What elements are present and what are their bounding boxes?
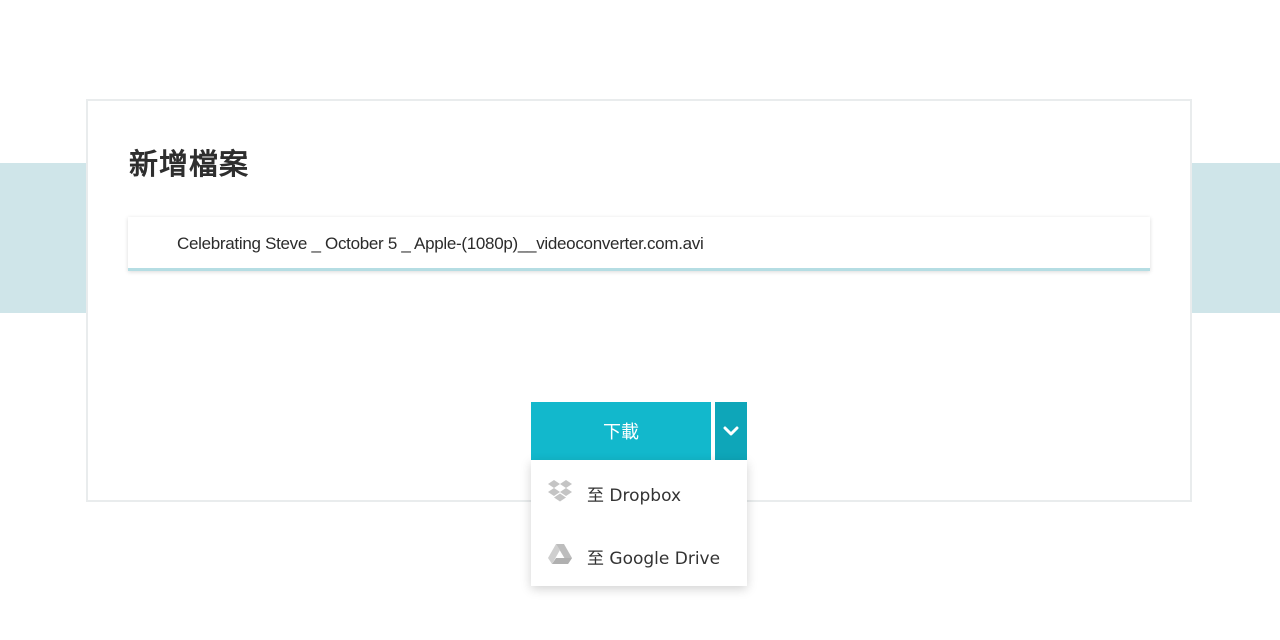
download-button-group: 下載 — [531, 402, 747, 460]
chevron-down-icon — [723, 426, 739, 436]
download-button[interactable]: 下載 — [531, 402, 711, 460]
menu-item-google-drive[interactable]: 至 Google Drive — [531, 523, 747, 586]
google-drive-icon — [548, 544, 572, 564]
download-options-menu: 至 Dropbox 至 Google Drive — [531, 460, 747, 586]
menu-item-label: 至 Google Drive — [587, 549, 721, 569]
file-name: Celebrating Steve _ October 5 _ Apple-(1… — [177, 234, 704, 253]
menu-item-dropbox[interactable]: 至 Dropbox — [531, 460, 747, 523]
download-options-toggle[interactable] — [715, 402, 747, 460]
menu-item-label: 至 Dropbox — [587, 486, 682, 506]
card-title: 新增檔案 — [129, 147, 250, 181]
page: 新增檔案 Celebrating Steve _ October 5 _ App… — [0, 0, 1280, 640]
file-row: Celebrating Steve _ October 5 _ Apple-(1… — [128, 217, 1150, 271]
dropbox-icon — [548, 480, 572, 502]
